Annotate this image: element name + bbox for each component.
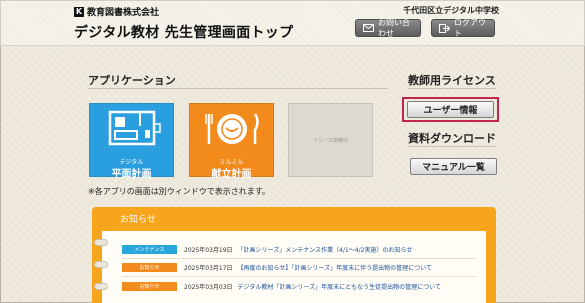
downloads-divider — [408, 146, 496, 147]
floor-plan-icon — [108, 110, 161, 146]
license-section-title: 教師用ライセンス — [408, 74, 496, 87]
school-name: 千代田区立デジタル中学校 — [403, 6, 499, 15]
app-tile-kondate[interactable]: ミルミル 献立計画 — [189, 103, 274, 180]
notice-divider — [122, 276, 476, 277]
window-note: ※各アプリの画面は別ウィンドウで表示されます。 — [88, 187, 270, 196]
app-tile-heimen-name: 平面計画 — [111, 169, 152, 180]
binder-ring-icon — [94, 283, 108, 290]
logout-arrow-icon — [439, 23, 450, 33]
notice-link[interactable]: 「計画シリーズ」メンテナンス作業（4/1～4/2実施）のお知らせ — [238, 245, 413, 254]
notice-panel: お知らせ メンテナンス 2025年03月19日 「計画シリーズ」メンテナンス作業… — [92, 207, 496, 303]
mail-icon — [363, 24, 374, 32]
notice-badge: お知らせ — [122, 263, 177, 272]
notice-badge: メンテナンス — [122, 245, 177, 254]
app-tile-kondate-name: 献立計画 — [211, 169, 252, 180]
manual-list-button[interactable]: マニュアル一覧 — [410, 158, 497, 175]
page-title: デジタル教材 先生管理画面トップ — [74, 25, 294, 41]
brand: K 教育図書株式会社 — [74, 5, 159, 18]
notice-badge: お知らせ — [122, 282, 177, 291]
app-tile-heimen[interactable]: デジタル 平面計画 — [89, 103, 174, 180]
apps-divider — [88, 88, 388, 89]
notice-title: お知らせ — [120, 215, 156, 225]
notice-link[interactable]: 【再度のお知らせ】「計画シリーズ」年度末に伴う提出物の管理について — [238, 263, 432, 272]
notice-divider — [122, 258, 476, 259]
notice-item: お知らせ 2025年03月17日 【再度のお知らせ】「計画シリーズ」年度末に伴う… — [122, 262, 432, 273]
contact-button[interactable]: お問い合わせ — [355, 18, 421, 38]
license-divider — [408, 88, 496, 89]
downloads-section-title: 資料ダウンロード — [408, 132, 496, 145]
plate-cutlery-icon — [205, 113, 259, 144]
logout-label: ログアウト — [454, 18, 486, 38]
binder-ring-icon — [94, 239, 108, 246]
header: K 教育図書株式会社 デジタル教材 先生管理画面トップ 千代田区立デジタル中学校… — [0, 0, 585, 46]
notice-list: メンテナンス 2025年03月19日 「計画シリーズ」メンテナンス作業（4/1～… — [94, 231, 486, 303]
contact-label: お問い合わせ — [378, 18, 410, 38]
coming-soon-label: リリース準備中 — [313, 138, 348, 144]
brand-name: 教育図書株式会社 — [87, 8, 160, 18]
notice-link[interactable]: デジタル教材「計画シリーズ」年度末にともなう生徒提出物の管理について — [238, 282, 441, 291]
notice-item: メンテナンス 2025年03月19日 「計画シリーズ」メンテナンス作業（4/1～… — [122, 244, 412, 255]
apps-section-title: アプリケーション — [88, 74, 176, 87]
notice-date: 2025年03月19日 — [184, 247, 233, 254]
notice-date: 2025年03月03日 — [184, 284, 233, 291]
notice-date: 2025年03月17日 — [184, 265, 233, 272]
brand-logo-icon: K — [74, 6, 84, 17]
logout-button[interactable]: ログアウト — [431, 18, 495, 38]
binder-ring-icon — [94, 261, 108, 268]
app-tile-coming-soon: リリース準備中 — [288, 103, 373, 177]
notice-item: お知らせ 2025年03月03日 デジタル教材「計画シリーズ」年度末にともなう生… — [122, 281, 441, 292]
user-info-button[interactable]: ユーザー情報 — [407, 101, 494, 118]
